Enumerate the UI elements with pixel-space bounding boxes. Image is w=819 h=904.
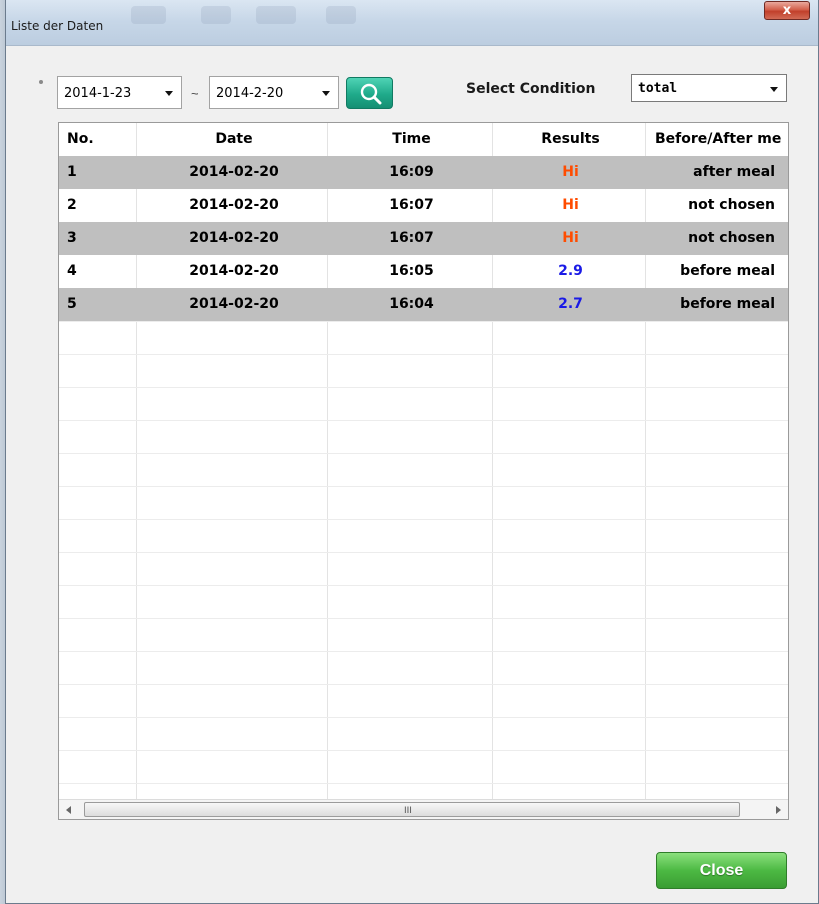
empty-row-line — [59, 552, 788, 553]
close-button[interactable]: Close — [656, 852, 787, 889]
row-result: Hi — [562, 197, 579, 213]
empty-row-line — [59, 519, 788, 520]
table-row[interactable]: 2 2014-02-20 16:07 Hi not chosen — [59, 189, 788, 222]
data-table: No. Date Time Results Before/After me 1 … — [58, 122, 789, 820]
row-result: 2.7 — [558, 296, 583, 312]
empty-row-line — [59, 486, 788, 487]
row-time: 16:07 — [389, 230, 434, 246]
row-result: 2.9 — [558, 263, 583, 279]
empty-row-line — [59, 717, 788, 718]
window-close-button[interactable]: x — [764, 1, 810, 20]
row-meal: not chosen — [688, 230, 775, 246]
column-header-before-after[interactable]: Before/After me — [647, 123, 788, 156]
title-bar-blur — [326, 6, 356, 24]
empty-row-line — [59, 684, 788, 685]
table-row[interactable]: 1 2014-02-20 16:09 Hi after meal — [59, 156, 788, 189]
row-time: 16:09 — [389, 164, 434, 180]
row-date: 2014-02-20 — [189, 263, 279, 279]
column-header-date[interactable]: Date — [139, 123, 329, 156]
condition-value: total — [638, 81, 678, 96]
row-meal: before meal — [680, 263, 775, 279]
column-header-time[interactable]: Time — [329, 123, 494, 156]
row-time: 16:04 — [389, 296, 434, 312]
condition-dropdown[interactable]: total — [631, 74, 787, 102]
title-bar: Liste der Daten x — [6, 0, 818, 46]
table-row[interactable]: 4 2014-02-20 16:05 2.9 before meal — [59, 255, 788, 288]
row-no: 1 — [67, 164, 77, 180]
column-header-no[interactable]: No. — [67, 123, 94, 156]
row-meal: before meal — [680, 296, 775, 312]
row-no: 2 — [67, 197, 77, 213]
data-list-window: Liste der Daten x 2014-1-23 ~ 2014-2-20 … — [5, 0, 819, 904]
row-meal: not chosen — [688, 197, 775, 213]
table-header: No. Date Time Results Before/After me — [59, 123, 788, 156]
empty-row-line — [59, 651, 788, 652]
row-time: 16:05 — [389, 263, 434, 279]
row-no: 5 — [67, 296, 77, 312]
row-result: Hi — [562, 230, 579, 246]
column-header-results[interactable]: Results — [494, 123, 647, 156]
scrollbar-thumb[interactable]: III — [84, 802, 740, 817]
row-result: Hi — [562, 164, 579, 180]
table-row[interactable]: 5 2014-02-20 16:04 2.7 before meal — [59, 288, 788, 321]
empty-row-line — [59, 453, 788, 454]
empty-row-line — [59, 783, 788, 784]
row-date: 2014-02-20 — [189, 197, 279, 213]
empty-row-line — [59, 420, 788, 421]
date-to-dropdown[interactable]: 2014-2-20 — [209, 76, 339, 109]
select-condition-label: Select Condition — [466, 81, 596, 97]
date-to-value: 2014-2-20 — [216, 86, 284, 101]
empty-row-line — [59, 585, 788, 586]
horizontal-scrollbar[interactable]: III — [59, 799, 788, 819]
row-no: 3 — [67, 230, 77, 246]
search-icon — [360, 83, 382, 105]
row-meal: after meal — [693, 164, 775, 180]
close-icon: x — [782, 3, 792, 18]
title-bar-blur — [256, 6, 296, 24]
date-from-dropdown[interactable]: 2014-1-23 — [57, 76, 182, 109]
date-range-separator: ~ — [191, 86, 199, 101]
chevron-down-icon — [322, 91, 330, 96]
table-row[interactable]: 3 2014-02-20 16:07 Hi not chosen — [59, 222, 788, 255]
search-button[interactable] — [346, 77, 393, 109]
row-time: 16:07 — [389, 197, 434, 213]
empty-row-line — [59, 354, 788, 355]
date-from-value: 2014-1-23 — [64, 86, 132, 101]
empty-row-line — [59, 750, 788, 751]
window-title: Liste der Daten — [11, 19, 104, 33]
scrollbar-grip: III — [404, 806, 412, 816]
title-bar-blur — [201, 6, 231, 24]
empty-row-line — [59, 387, 788, 388]
empty-row-line — [59, 618, 788, 619]
row-date: 2014-02-20 — [189, 164, 279, 180]
empty-row-line — [59, 321, 788, 322]
row-date: 2014-02-20 — [189, 296, 279, 312]
bullet-icon — [39, 80, 43, 84]
row-date: 2014-02-20 — [189, 230, 279, 246]
chevron-down-icon — [770, 87, 778, 92]
row-no: 4 — [67, 263, 77, 279]
title-bar-blur — [131, 6, 166, 24]
scroll-left-icon[interactable] — [66, 806, 71, 814]
scroll-right-icon[interactable] — [776, 806, 781, 814]
chevron-down-icon — [165, 91, 173, 96]
